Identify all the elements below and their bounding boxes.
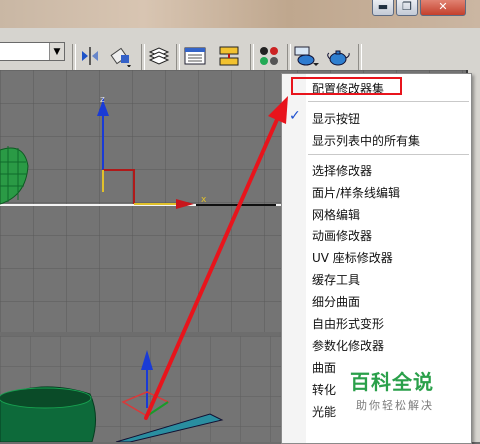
svg-text:z: z: [100, 95, 105, 105]
annotation-highlight-box: [291, 77, 402, 95]
watermark-logo: 百科全说 助你轻松解决: [338, 360, 454, 420]
toolbar-separator: [250, 44, 254, 70]
schematic-view-button[interactable]: [216, 44, 242, 68]
restore-icon: ❐: [402, 0, 412, 13]
schematic-view-icon: [219, 46, 239, 66]
menu-item-selection-modifiers[interactable]: 选择修改器: [312, 162, 372, 179]
menu-item-radiosity[interactable]: 光能: [312, 403, 336, 420]
menu-item-mesh-editing[interactable]: 网格编辑: [312, 206, 360, 223]
menu-gutter: [282, 74, 306, 443]
toolbar-separator: [72, 44, 76, 70]
chevron-down-icon[interactable]: ▼: [49, 43, 64, 60]
render-setup-icon: [294, 46, 319, 66]
toolbar-separator: [141, 44, 145, 70]
selection-set-dropdown[interactable]: ▼: [0, 42, 65, 61]
menu-item-show-all-sets[interactable]: 显示列表中的所有集: [312, 132, 420, 149]
menu-item-patch-spline-editing[interactable]: 面片/样条线编辑: [312, 184, 400, 201]
menu-separator: [308, 101, 469, 102]
close-icon: ✕: [438, 0, 448, 13]
menu-item-subdivision-surfaces[interactable]: 细分曲面: [312, 293, 360, 310]
menu-item-free-form-deformers[interactable]: 自由形式变形: [312, 315, 384, 332]
curve-editor-icon: [184, 47, 206, 65]
mirror-button[interactable]: [78, 44, 102, 68]
mesh-object[interactable]: [0, 142, 40, 212]
menu-item-parametric-modifiers[interactable]: 参数化修改器: [312, 337, 384, 354]
minimize-button[interactable]: ▬: [372, 0, 394, 16]
menu-item-show-buttons[interactable]: 显示按钮: [312, 110, 360, 127]
toolbar-separator: [287, 44, 291, 70]
material-editor-icon: [260, 47, 278, 65]
toolbar-separator: [176, 44, 180, 70]
toolbar-separator: [358, 44, 362, 70]
minimize-icon: ▬: [377, 0, 389, 13]
watermark-subtitle: 助你轻松解决: [356, 399, 434, 412]
close-button[interactable]: ✕: [420, 0, 466, 16]
menu-separator: [308, 154, 469, 155]
layer-manager-button[interactable]: [146, 44, 172, 68]
render-setup-button[interactable]: [292, 44, 320, 68]
checkmark-icon: ✓: [289, 108, 301, 124]
menu-item-conversion[interactable]: 转化: [312, 381, 336, 398]
menu-item-uv-coordinate-modifiers[interactable]: UV 座标修改器: [312, 249, 393, 266]
layer-manager-icon: [148, 47, 170, 65]
material-editor-button[interactable]: [256, 44, 282, 68]
menu-item-animation-modifiers[interactable]: 动画修改器: [312, 227, 372, 244]
menu-item-cache-tools[interactable]: 缓存工具: [312, 271, 360, 288]
mirror-icon: [82, 47, 98, 65]
render-teapot-icon: [327, 50, 350, 66]
watermark-title: 百科全说: [350, 370, 434, 394]
curve-editor-button[interactable]: [182, 44, 208, 68]
align-button[interactable]: [108, 44, 134, 68]
menu-item-surface[interactable]: 曲面: [312, 359, 336, 376]
render-teapot-button[interactable]: [324, 44, 352, 68]
restore-button[interactable]: ❐: [396, 0, 418, 16]
align-icon: [110, 47, 131, 67]
x-axis-label: x: [201, 195, 207, 205]
